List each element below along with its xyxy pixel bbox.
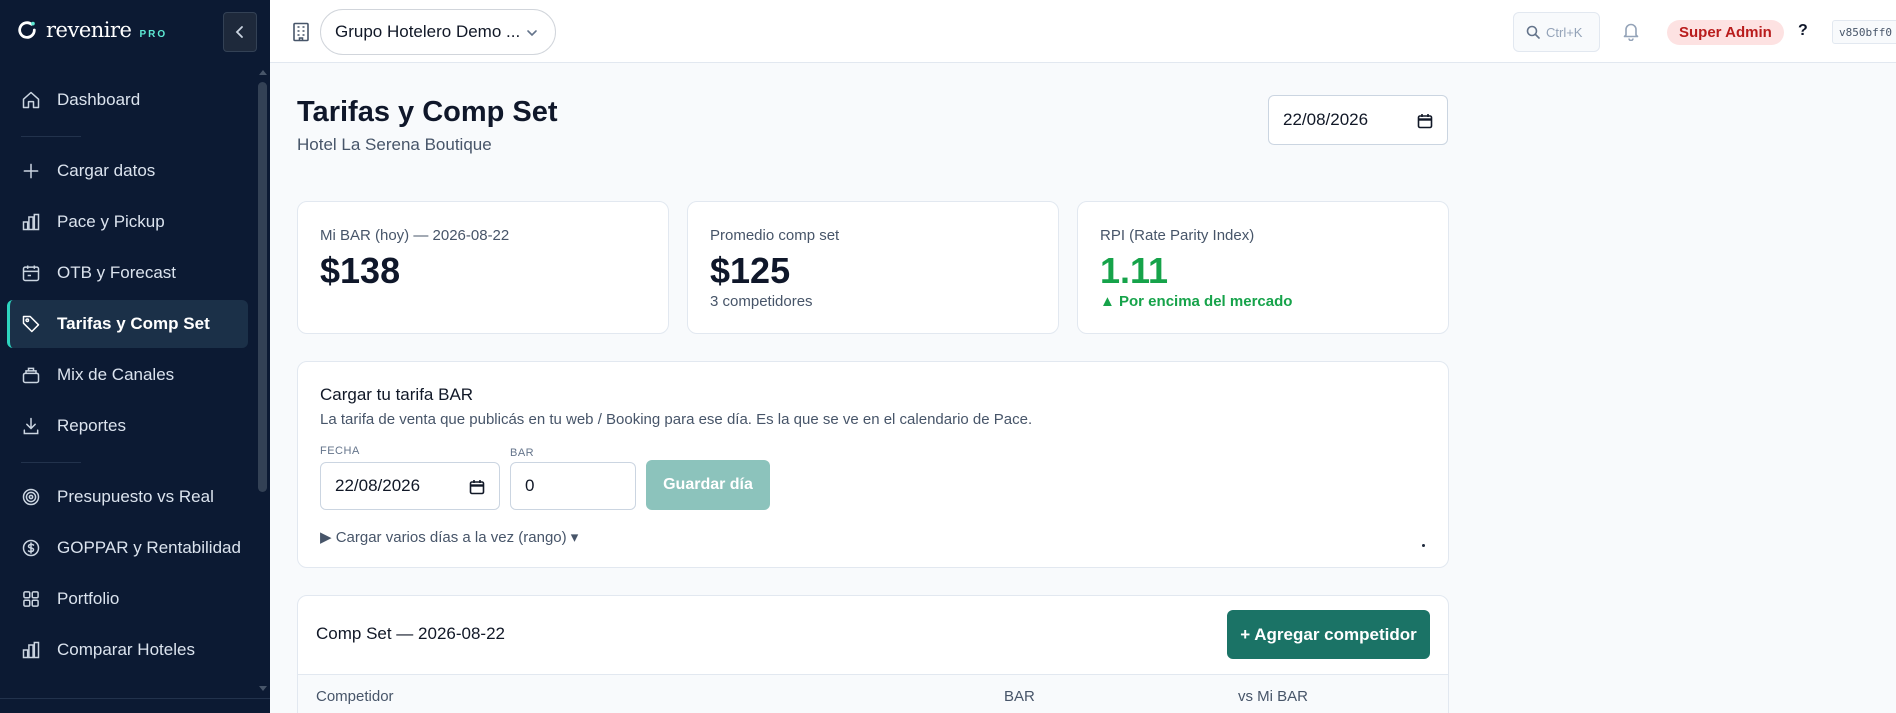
kpi-value: $138 — [320, 250, 401, 291]
brand[interactable]: revenire PRO — [16, 18, 167, 42]
decorative-dot — [1422, 544, 1425, 547]
column-header-competitor[interactable]: Competidor — [316, 688, 394, 705]
kpi-card-rpi: RPI (Rate Parity Index) 1.11 ▲ Por encim… — [1077, 201, 1449, 334]
bar-rate-form-card: Cargar tu tarifa BAR La tarifa de venta … — [297, 361, 1449, 568]
date-picker[interactable]: 22/08/2026 — [1268, 95, 1448, 145]
chevron-down-icon — [527, 30, 537, 37]
sidebar-item-pace-pickup[interactable]: Pace y Pickup — [7, 198, 248, 246]
brand-name: revenire — [46, 18, 132, 42]
page-title: Tarifas y Comp Set — [297, 96, 558, 128]
nav-divider — [7, 453, 248, 473]
scroll-up-arrow-icon[interactable] — [259, 70, 267, 75]
kpi-subtext: 3 competidores — [710, 293, 813, 310]
topbar: Grupo Hotelero Demo ... Ctrl+K Super Adm… — [270, 0, 1896, 63]
organization-select[interactable]: Grupo Hotelero Demo ... — [320, 9, 556, 55]
column-header-bar[interactable]: BAR — [1004, 688, 1035, 705]
calendar-icon — [22, 265, 40, 282]
date-field-value: 22/08/2026 — [335, 476, 421, 495]
bar-chart-icon — [22, 641, 40, 659]
range-toggle[interactable]: ▶ Cargar varios días a la vez (rango) ▾ — [320, 528, 578, 546]
kpi-label: Promedio comp set — [710, 227, 840, 244]
role-badge: Super Admin — [1667, 20, 1784, 45]
target-icon — [22, 488, 40, 506]
sidebar: revenire PRO Dashboard Cargar datos Pace… — [0, 0, 270, 713]
sidebar-item-tarifas-compset[interactable]: Tarifas y Comp Set — [7, 300, 248, 348]
page-subtitle: Hotel La Serena Boutique — [297, 135, 492, 154]
compset-title: Comp Set — 2026-08-22 — [316, 624, 505, 643]
bar-field[interactable]: 0 — [510, 462, 636, 510]
brand-tier: PRO — [139, 28, 168, 40]
chevron-left-icon — [235, 26, 243, 38]
column-header-vs-my-bar[interactable]: vs Mi BAR — [1238, 688, 1308, 705]
date-field[interactable]: 22/08/2026 — [320, 462, 500, 510]
compset-table-header: Competidor BAR vs Mi BAR — [298, 674, 1448, 713]
date-field-label: FECHA — [320, 445, 360, 457]
sidebar-item-portfolio[interactable]: Portfolio — [7, 575, 248, 623]
tag-icon — [22, 315, 40, 333]
kpi-card-compset-average: Promedio comp set $125 3 competidores — [687, 201, 1059, 334]
sidebar-item-comparar-hoteles[interactable]: Comparar Hoteles — [7, 626, 248, 674]
help-button[interactable]: ? — [1798, 22, 1808, 40]
sidebar-item-label: Dashboard — [57, 90, 141, 109]
sidebar-item-reportes[interactable]: Reportes — [7, 402, 248, 450]
layers-icon — [22, 367, 40, 384]
bar-field-value: 0 — [525, 476, 535, 495]
sidebar-item-cargar-datos[interactable]: Cargar datos — [7, 147, 248, 195]
sidebar-item-label: GOPPAR y Rentabilidad — [57, 538, 241, 557]
plus-icon — [23, 163, 39, 179]
search-icon — [1526, 25, 1540, 39]
sidebar-item-label: Tarifas y Comp Set — [57, 314, 210, 333]
home-icon — [22, 91, 40, 109]
version-tag: v850bff0 — [1832, 20, 1896, 44]
scroll-down-arrow-icon[interactable] — [259, 686, 267, 691]
sidebar-item-label: Cargar datos — [57, 161, 156, 180]
nav-divider — [7, 127, 248, 147]
sidebar-item-mix-canales[interactable]: Mix de Canales — [7, 351, 248, 399]
sidebar-scrollbar-thumb[interactable] — [258, 82, 267, 492]
compset-card: Comp Set — 2026-08-22 + Agregar competid… — [297, 595, 1449, 713]
search-button[interactable]: Ctrl+K — [1513, 12, 1600, 52]
kpi-value: $125 — [710, 250, 791, 291]
sidebar-scrollbar[interactable] — [258, 70, 267, 691]
form-description: La tarifa de venta que publicás en tu we… — [320, 411, 1033, 428]
bar-field-label: BAR — [510, 447, 535, 459]
kpi-value: 1.11 — [1100, 250, 1169, 291]
sidebar-item-label: Presupuesto vs Real — [57, 487, 214, 506]
sidebar-item-dashboard[interactable]: Dashboard — [7, 76, 248, 124]
collapse-sidebar-button[interactable] — [223, 12, 257, 52]
bell-icon[interactable] — [1622, 21, 1640, 41]
calendar-icon[interactable] — [469, 479, 485, 495]
dollar-circle-icon — [22, 539, 40, 557]
calendar-icon[interactable] — [1417, 113, 1433, 129]
kpi-label: RPI (Rate Parity Index) — [1100, 227, 1255, 244]
date-picker-value: 22/08/2026 — [1283, 110, 1369, 129]
sidebar-nav: Dashboard Cargar datos Pace y Pickup OTB… — [7, 76, 248, 677]
kpi-card-my-bar: Mi BAR (hoy) — 2026-08-22 $138 — [297, 201, 669, 334]
sidebar-item-presupuesto[interactable]: Presupuesto vs Real — [7, 473, 248, 521]
sidebar-item-label: Comparar Hoteles — [57, 640, 195, 659]
sidebar-item-goppar[interactable]: GOPPAR y Rentabilidad — [7, 524, 248, 572]
sidebar-item-label: Mix de Canales — [57, 365, 175, 384]
save-day-button[interactable]: Guardar día — [646, 460, 770, 510]
form-title: Cargar tu tarifa BAR — [320, 385, 474, 404]
kpi-subtext: ▲ Por encima del mercado — [1100, 293, 1293, 310]
building-icon — [293, 22, 309, 42]
download-icon — [23, 417, 39, 435]
bar-chart-icon — [22, 213, 40, 231]
organization-name: Grupo Hotelero Demo ... — [335, 22, 521, 41]
grid-icon — [23, 591, 39, 607]
sidebar-item-label: Pace y Pickup — [57, 212, 165, 231]
search-shortcut: Ctrl+K — [1546, 24, 1583, 40]
brand-logo-icon — [18, 21, 36, 39]
sidebar-item-otb-forecast[interactable]: OTB y Forecast — [7, 249, 248, 297]
sidebar-footer-divider — [0, 698, 270, 699]
sidebar-item-label: Reportes — [57, 416, 126, 435]
sidebar-item-label: Portfolio — [57, 589, 120, 608]
kpi-label: Mi BAR (hoy) — 2026-08-22 — [320, 227, 510, 244]
add-competitor-button[interactable]: + Agregar competidor — [1227, 610, 1430, 659]
sidebar-item-label: OTB y Forecast — [57, 263, 177, 282]
